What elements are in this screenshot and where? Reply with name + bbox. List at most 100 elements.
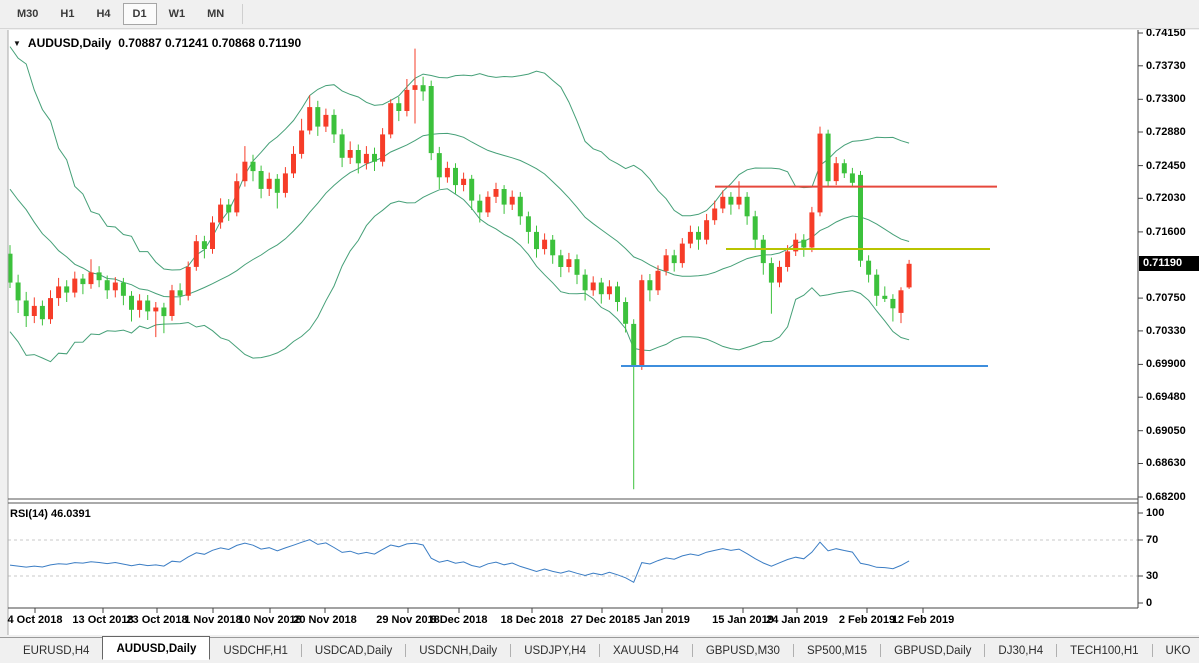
date-axis-label: 1 Nov 2018 xyxy=(184,614,241,626)
candle-body xyxy=(242,162,247,182)
candle-body xyxy=(753,216,758,239)
candle-body xyxy=(137,301,142,310)
symbol-tab-usdchf-h1[interactable]: USDCHF,H1 xyxy=(210,641,301,661)
date-axis-label: 4 Oct 2018 xyxy=(7,614,62,626)
candle-body xyxy=(785,251,790,267)
price-axis-label: 0.73300 xyxy=(1146,92,1186,106)
candle-body xyxy=(502,189,507,205)
candle-body xyxy=(769,263,774,283)
candle-body xyxy=(899,290,904,313)
price-axis-label: 0.72450 xyxy=(1146,159,1186,173)
candle-body xyxy=(874,275,879,296)
candle-body xyxy=(850,173,855,182)
candle-body xyxy=(178,290,183,296)
candle-body xyxy=(323,115,328,127)
candle-body xyxy=(801,240,806,248)
date-axis-label: 20 Nov 2018 xyxy=(293,614,357,626)
symbol-tab-usdjpy-h4[interactable]: USDJPY,H4 xyxy=(511,641,599,661)
symbol-tab-usdcnh-daily[interactable]: USDCNH,Daily xyxy=(406,641,510,661)
candle-body xyxy=(72,279,77,293)
candle-body xyxy=(404,90,409,111)
candle-body xyxy=(16,283,21,301)
candle-body xyxy=(145,301,150,312)
rsi-indicator-label: RSI(14) 46.0391 xyxy=(10,508,91,520)
symbol-tab-eurusd-h4[interactable]: EURUSD,H4 xyxy=(10,641,102,661)
candle-body xyxy=(745,197,750,217)
candle-body xyxy=(907,264,912,288)
candle-body xyxy=(437,153,442,177)
symbol-tab-audusd-daily[interactable]: AUDUSD,Daily xyxy=(102,636,210,660)
candle-body xyxy=(583,275,588,291)
date-axis-label: 18 Dec 2018 xyxy=(501,614,564,626)
candle-body xyxy=(761,240,766,263)
candle-body xyxy=(315,107,320,127)
date-axis-label: 27 Dec 2018 xyxy=(571,614,634,626)
candle-body xyxy=(259,171,264,189)
price-axis-label: 0.68200 xyxy=(1146,490,1186,504)
symbol-tab-sp500-m15[interactable]: SP500,M15 xyxy=(794,641,880,661)
candle-body xyxy=(413,85,418,90)
candle-body xyxy=(672,255,677,263)
rsi-axis-label: 0 xyxy=(1146,596,1152,610)
date-axis-label: 12 Feb 2019 xyxy=(892,614,954,626)
candle-body xyxy=(550,240,555,256)
price-axis-label: 0.69480 xyxy=(1146,390,1186,404)
chart-background xyxy=(8,30,1199,635)
candle-body xyxy=(858,175,863,261)
candle-body xyxy=(388,103,393,134)
candle-body xyxy=(526,216,531,232)
price-axis-label: 0.70750 xyxy=(1146,291,1186,305)
chart-svg[interactable] xyxy=(0,0,1199,663)
symbol-tab-uko[interactable]: UKO xyxy=(1153,641,1199,661)
candle-body xyxy=(615,286,620,302)
candle-body xyxy=(639,280,644,365)
timeframe-button-d1[interactable]: D1 xyxy=(123,3,157,25)
candle-body xyxy=(866,261,871,275)
symbol-tab-gbpusd-m30[interactable]: GBPUSD,M30 xyxy=(693,641,793,661)
candle-body xyxy=(267,179,272,189)
chart-dropdown-icon[interactable]: ▼ xyxy=(13,39,21,48)
candle-body xyxy=(24,301,29,317)
candle-body xyxy=(56,286,61,298)
candle-body xyxy=(826,134,831,182)
rsi-axis-label: 100 xyxy=(1146,506,1164,520)
timeframe-button-w1[interactable]: W1 xyxy=(159,3,196,25)
candle-body xyxy=(510,197,515,205)
timeframe-button-h4[interactable]: H4 xyxy=(86,3,120,25)
symbol-tab-gbpusd-daily[interactable]: GBPUSD,Daily xyxy=(881,641,984,661)
candle-body xyxy=(518,197,523,217)
candle-body xyxy=(129,296,134,310)
symbol-tab-tech100-h1[interactable]: TECH100,H1 xyxy=(1057,641,1151,661)
candle-body xyxy=(623,302,628,324)
candle-body xyxy=(566,259,571,267)
candle-body xyxy=(842,163,847,173)
toolbar-separator xyxy=(242,4,243,24)
candle-body xyxy=(575,259,580,275)
candle-body xyxy=(469,179,474,201)
symbol-tab-usdcad-daily[interactable]: USDCAD,Daily xyxy=(302,641,405,661)
candle-body xyxy=(48,298,53,319)
candle-body xyxy=(607,286,612,294)
candle-body xyxy=(696,232,701,240)
candle-body xyxy=(631,324,636,365)
symbol-tab-dj30-h4[interactable]: DJ30,H4 xyxy=(985,641,1056,661)
timeframe-button-h1[interactable]: H1 xyxy=(50,3,84,25)
candle-body xyxy=(348,150,353,158)
date-axis-label: 5 Jan 2019 xyxy=(634,614,690,626)
candle-body xyxy=(64,286,69,292)
price-axis-label: 0.68630 xyxy=(1146,456,1186,470)
price-axis-label: 0.69900 xyxy=(1146,357,1186,371)
candle-body xyxy=(818,134,823,213)
timeframe-button-m30[interactable]: M30 xyxy=(7,3,48,25)
candle-body xyxy=(453,168,458,185)
symbol-tab-xauusd-h4[interactable]: XAUUSD,H4 xyxy=(600,641,692,661)
timeframe-button-mn[interactable]: MN xyxy=(197,3,234,25)
date-axis-label: 8 Dec 2018 xyxy=(431,614,488,626)
candle-body xyxy=(380,134,385,161)
candle-body xyxy=(834,163,839,181)
candle-body xyxy=(89,272,94,284)
chart-title-bar: ▼ AUDUSD,Daily 0.70887 0.71241 0.70868 0… xyxy=(13,36,301,50)
timeframe-toolbar: M30H1H4D1W1MN xyxy=(0,0,1199,29)
trading-terminal-window: M30H1H4D1W1MN ▼ AUDUSD,Daily 0.70887 0.7… xyxy=(0,0,1199,663)
current-price-tag: 0.71190 xyxy=(1139,256,1199,271)
